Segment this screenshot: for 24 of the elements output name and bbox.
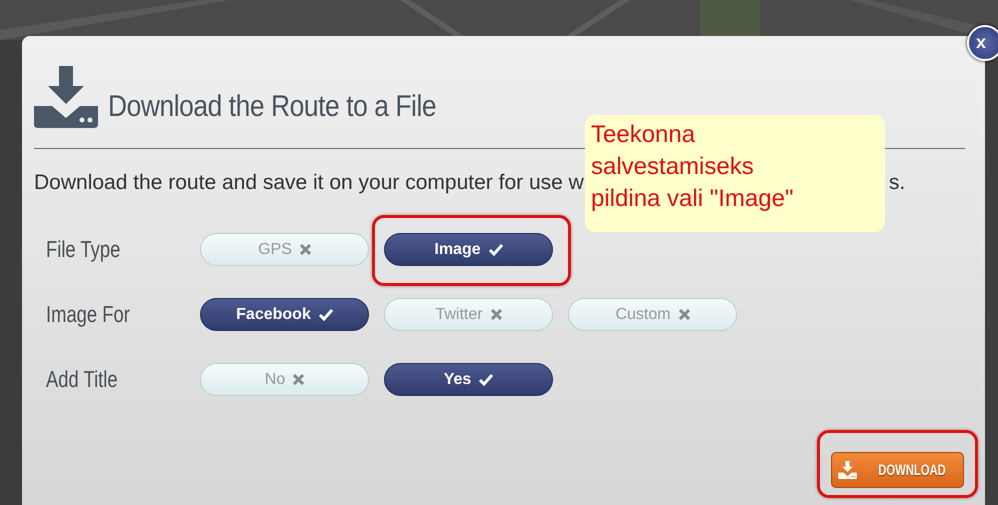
- cross-icon: [490, 309, 502, 320]
- description-text: Download the route and save it on your computer for use w: [34, 171, 584, 195]
- option-toggle[interactable]: Custom: [568, 298, 737, 331]
- option-label: Add Title: [46, 366, 119, 393]
- download-icon: [34, 66, 98, 128]
- option-toggle[interactable]: Yes: [384, 363, 553, 396]
- download-button[interactable]: DOWNLOAD: [831, 452, 964, 488]
- check-icon: [318, 308, 333, 320]
- check-icon: [488, 244, 503, 256]
- check-icon: [479, 374, 494, 386]
- cross-icon: [678, 309, 690, 320]
- option-label: Image For: [46, 301, 131, 328]
- description-text: s.: [888, 171, 906, 195]
- option-toggle[interactable]: No: [200, 363, 369, 396]
- cross-icon: [293, 374, 304, 385]
- option-toggle[interactable]: GPS: [200, 233, 369, 266]
- download-icon: [838, 461, 857, 479]
- callout-note: Teekonna salvestamiseks pildina vali "Image": [585, 115, 885, 232]
- option-toggle[interactable]: Image: [384, 233, 553, 266]
- cross-icon: [300, 244, 311, 255]
- option-toggle[interactable]: Facebook: [200, 298, 369, 331]
- option-label: File Type: [46, 236, 122, 263]
- option-toggle[interactable]: Twitter: [384, 298, 553, 331]
- dialog-title: Download the Route to a File: [108, 90, 436, 124]
